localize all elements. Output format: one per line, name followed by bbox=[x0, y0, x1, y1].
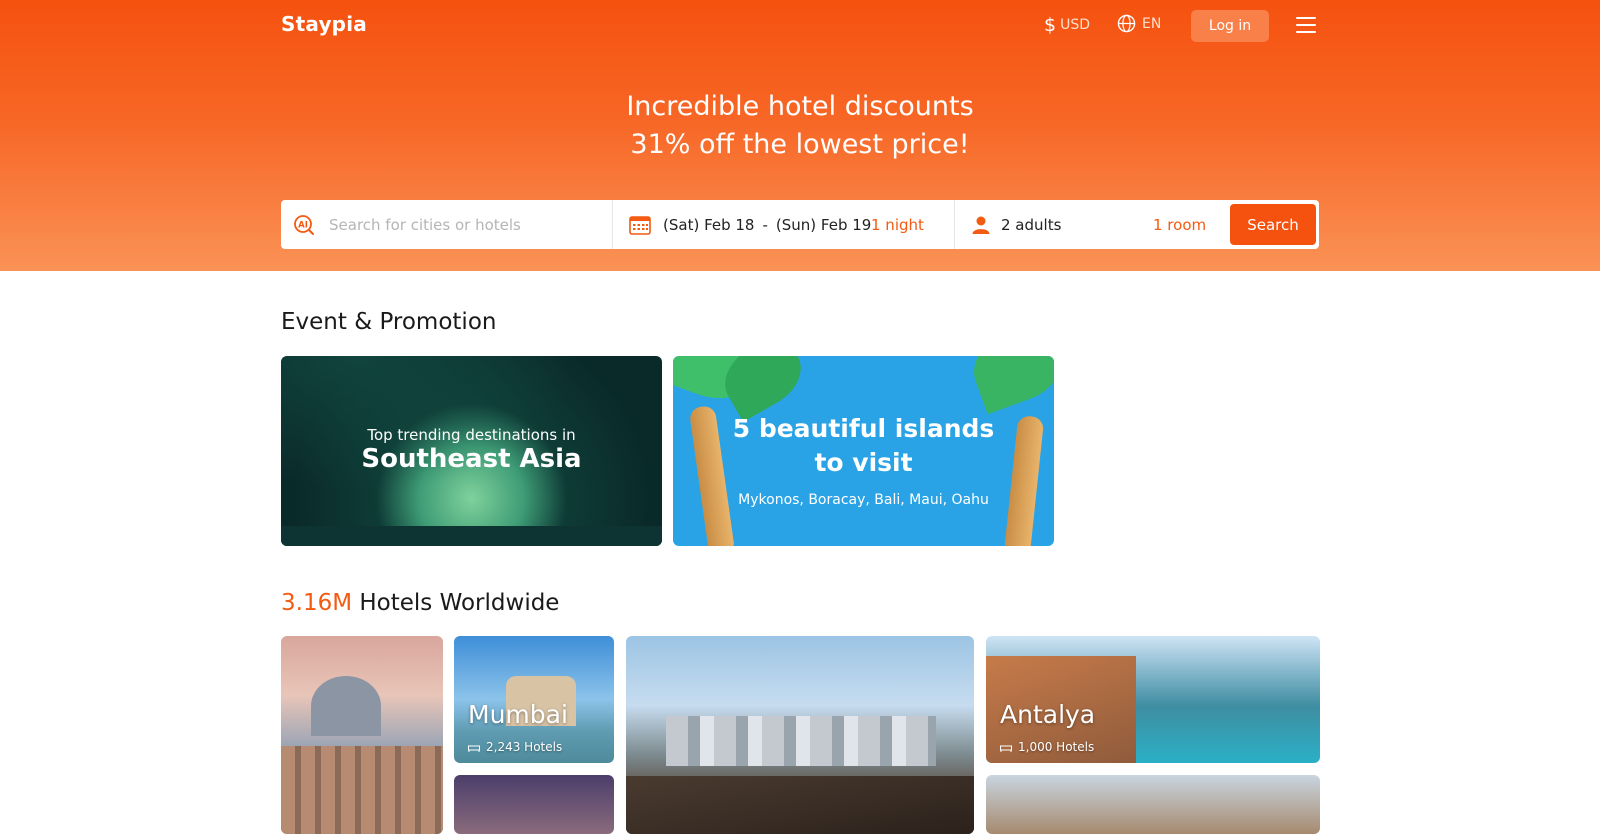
tile-count-label: 1,000 Hotels bbox=[1018, 740, 1095, 754]
guests-count: 2 adults bbox=[1001, 215, 1062, 234]
svg-text:AI: AI bbox=[298, 220, 308, 230]
search-divider bbox=[954, 200, 955, 249]
hotels-title-text: Hotels Worldwide bbox=[359, 590, 560, 616]
person-icon bbox=[972, 216, 990, 234]
date-separator: - bbox=[762, 215, 768, 234]
destination-tile-mumbai[interactable]: Mumbai 2,243 Hotels bbox=[454, 636, 614, 763]
skyline-silhouette bbox=[281, 526, 662, 546]
palm-leaf-illustration bbox=[963, 356, 1054, 415]
promo-card-southeast-asia[interactable]: Top trending destinations in Southeast A… bbox=[281, 356, 662, 546]
bed-icon bbox=[468, 745, 480, 752]
tile-city-name: Mumbai bbox=[468, 700, 568, 729]
date-field[interactable]: (Sat) Feb 18 - (Sun) Feb 19 1 night bbox=[629, 200, 941, 249]
destination-tile-antalya[interactable]: Antalya 1,000 Hotels bbox=[986, 636, 1320, 763]
destination-tile[interactable] bbox=[986, 775, 1320, 834]
hero-line-2: 31% off the lowest price! bbox=[630, 129, 970, 160]
hero-headline: Incredible hotel discounts 31% off the l… bbox=[0, 88, 1600, 164]
promo-title: Southeast Asia bbox=[361, 444, 582, 474]
promotions-title: Event & Promotion bbox=[281, 309, 497, 335]
brand-logo[interactable]: Staypia bbox=[281, 12, 367, 36]
city-skyline-illustration bbox=[666, 716, 936, 766]
checkin-date: (Sat) Feb 18 bbox=[663, 215, 755, 234]
tile-city-name: Antalya bbox=[1000, 700, 1096, 729]
destination-tile[interactable] bbox=[281, 636, 443, 834]
bed-icon bbox=[1000, 745, 1012, 752]
destination-tile[interactable] bbox=[454, 775, 614, 834]
guests-field[interactable]: 2 adults 1 room bbox=[971, 200, 1221, 249]
destination-field-wrap: AI bbox=[293, 200, 609, 249]
hero-line-1: Incredible hotel discounts bbox=[626, 91, 974, 122]
tile-hotel-count: 1,000 Hotels bbox=[1000, 740, 1094, 754]
search-bar: AI (Sat) Feb 18 - (Sun) Feb 19 1 night bbox=[281, 200, 1319, 249]
top-navigation: Staypia $ USD EN Log in bbox=[281, 10, 1319, 44]
currency-selector[interactable]: $ USD bbox=[1044, 14, 1090, 36]
promo-subtitle: Mykonos, Boracay, Bali, Maui, Oahu bbox=[738, 492, 989, 508]
tile-count-label: 2,243 Hotels bbox=[486, 740, 563, 754]
search-divider bbox=[612, 200, 613, 249]
globe-icon bbox=[1117, 14, 1136, 33]
checkout-date: (Sun) Feb 19 bbox=[775, 215, 872, 234]
nights-count: 1 night bbox=[871, 215, 924, 234]
currency-label: USD bbox=[1060, 17, 1091, 33]
promo-card-islands[interactable]: 5 beautiful islands to visit Mykonos, Bo… bbox=[673, 356, 1054, 546]
promo-title: 5 beautiful islands to visit bbox=[673, 412, 1054, 480]
calendar-icon bbox=[629, 215, 651, 235]
language-selector[interactable]: EN bbox=[1117, 14, 1161, 33]
hero-banner: Staypia $ USD EN Log in Incredible hotel… bbox=[0, 0, 1600, 271]
search-button[interactable]: Search bbox=[1230, 204, 1316, 245]
promo-title-line-2: to visit bbox=[814, 448, 913, 477]
hotels-count: 3.16M bbox=[281, 590, 353, 616]
destination-input[interactable] bbox=[327, 214, 601, 235]
rooftops-illustration bbox=[626, 776, 974, 834]
menu-icon[interactable] bbox=[1296, 17, 1316, 35]
tile-hotel-count: 2,243 Hotels bbox=[468, 740, 562, 754]
buildings-illustration bbox=[281, 746, 443, 834]
dome-illustration bbox=[311, 676, 381, 736]
promo-subtitle: Top trending destinations in bbox=[367, 426, 576, 444]
dollar-icon: $ bbox=[1044, 14, 1057, 36]
login-button[interactable]: Log in bbox=[1191, 10, 1269, 42]
destination-tile[interactable] bbox=[626, 636, 974, 834]
promo-title-line-1: 5 beautiful islands bbox=[732, 414, 995, 443]
language-label: EN bbox=[1142, 15, 1162, 32]
ai-search-icon: AI bbox=[294, 214, 314, 235]
rooms-count: 1 room bbox=[1153, 215, 1207, 234]
hotels-title: 3.16M Hotels Worldwide bbox=[281, 590, 559, 616]
